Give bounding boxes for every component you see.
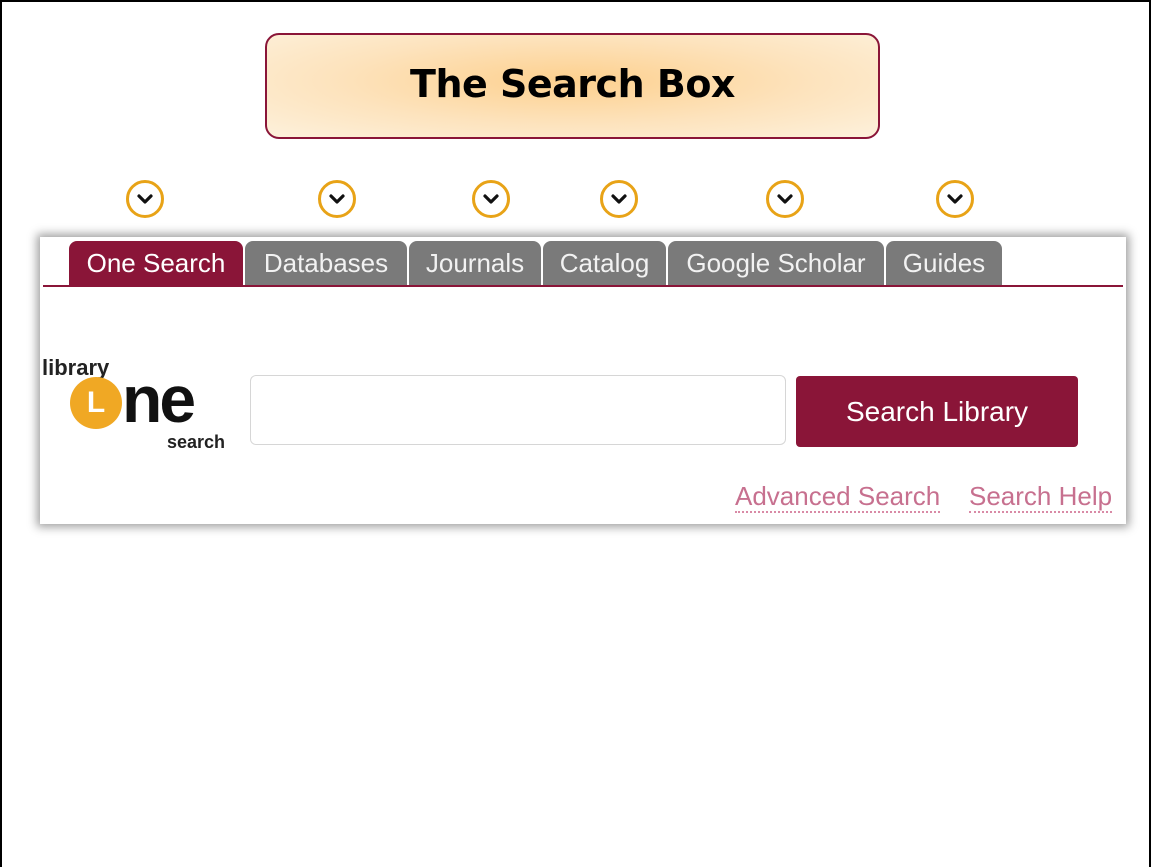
chevron-down-icon[interactable]	[600, 180, 638, 218]
chevron-down-icon[interactable]	[766, 180, 804, 218]
chevron-down-icon[interactable]	[472, 180, 510, 218]
chevron-down-icon[interactable]	[318, 180, 356, 218]
title-banner: The Search Box	[265, 33, 880, 139]
library-one-search-logo: library L ne search	[40, 355, 250, 455]
search-help-link[interactable]: Search Help	[969, 481, 1113, 513]
tab-underline	[43, 285, 1123, 287]
logo-mark: L	[70, 377, 122, 429]
search-library-button[interactable]: Search Library	[796, 376, 1078, 447]
tab-databases[interactable]: Databases	[245, 241, 407, 285]
tab-one-search[interactable]: One Search	[69, 241, 243, 285]
tab-guides[interactable]: Guides	[886, 241, 1002, 285]
advanced-search-link[interactable]: Advanced Search	[735, 481, 941, 513]
chevron-down-icon[interactable]	[936, 180, 974, 218]
logo-main-text: ne	[122, 362, 196, 436]
tab-catalog[interactable]: Catalog	[543, 241, 666, 285]
logo-bottom-text: search	[167, 432, 226, 452]
tab-journals[interactable]: Journals	[409, 241, 541, 285]
tab-google-scholar[interactable]: Google Scholar	[668, 241, 884, 285]
page-title: The Search Box	[410, 62, 735, 106]
search-panel: One Search Databases Journals Catalog Go…	[40, 237, 1126, 524]
chevron-down-icon[interactable]	[126, 180, 164, 218]
search-input[interactable]	[250, 375, 786, 445]
